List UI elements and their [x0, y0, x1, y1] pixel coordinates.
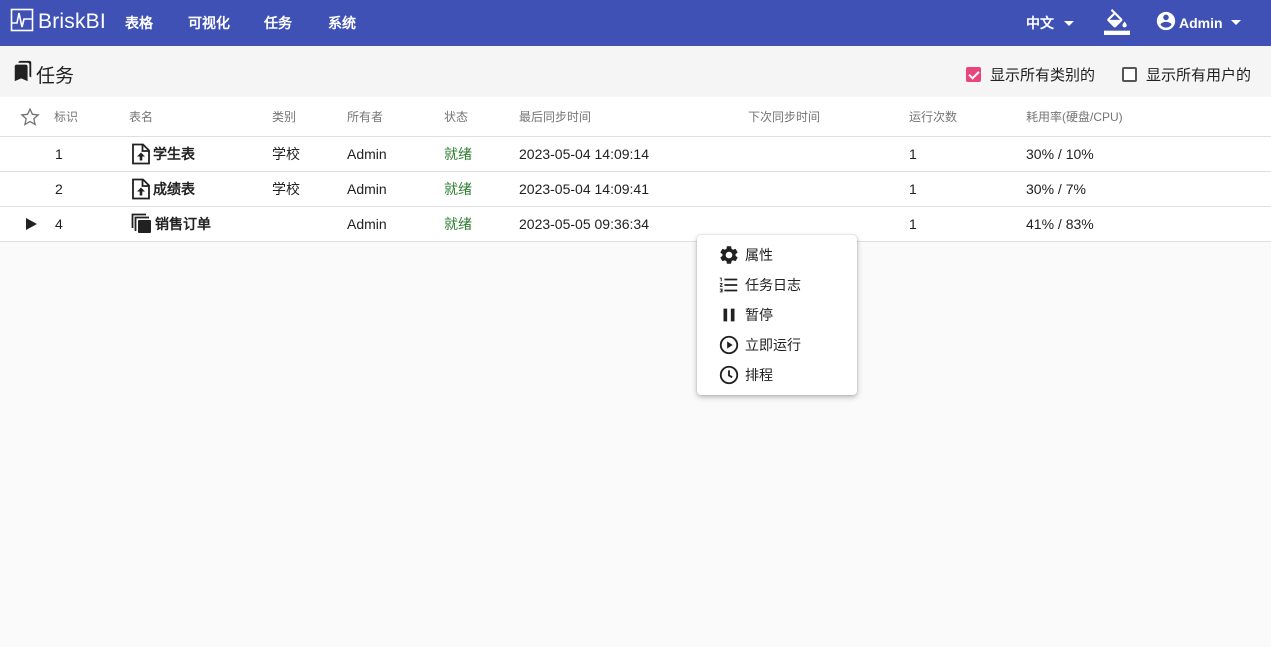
clock-icon [717, 363, 741, 387]
menu-item-properties[interactable]: 属性 [717, 240, 847, 270]
column-header-category[interactable]: 类别 [272, 97, 296, 136]
table-row[interactable]: 1 学生表 学校 Admin 就绪 2023-05-04 14:09:14 1 … [0, 137, 1271, 172]
chevron-down-icon [1064, 20, 1074, 26]
menu-item-run-now[interactable]: 立即运行 [717, 330, 847, 360]
brand[interactable]: BriskBI [10, 8, 106, 36]
nav-visualization[interactable]: 可视化 [188, 13, 230, 33]
row-owner: Admin [347, 181, 387, 197]
row-owner: Admin [347, 216, 387, 232]
copy-icon [131, 213, 153, 235]
row-name[interactable]: 学生表 [131, 137, 195, 171]
row-id: 4 [55, 216, 63, 232]
row-id: 2 [55, 181, 63, 197]
bookmarks-icon [12, 60, 34, 88]
column-header-status[interactable]: 状态 [444, 97, 468, 136]
column-header-runs[interactable]: 运行次数 [909, 97, 957, 136]
checkbox-unchecked-icon [1122, 67, 1137, 82]
paint-bucket-icon[interactable] [1104, 9, 1130, 40]
row-last-sync: 2023-05-04 14:09:14 [519, 146, 649, 162]
menu-item-schedule[interactable]: 排程 [717, 360, 847, 390]
list-numbered-icon [717, 273, 741, 297]
row-status: 就绪 [444, 216, 472, 232]
file-upload-icon [131, 178, 151, 200]
tasks-table: 标识 表名 类别 所有者 状态 最后同步时间 下次同步时间 运行次数 耗用率(硬… [0, 97, 1271, 242]
column-header-id[interactable]: 标识 [54, 97, 78, 136]
language-label: 中文 [1026, 15, 1054, 31]
column-header-last-sync[interactable]: 最后同步时间 [519, 97, 591, 136]
row-usage: 30% / 10% [1026, 146, 1094, 162]
page-header: 任务 显示所有类别的 显示所有用户的 [0, 46, 1271, 97]
menu-item-pause[interactable]: 暂停 [717, 300, 847, 330]
nav-tables[interactable]: 表格 [125, 13, 153, 33]
column-header-name[interactable]: 表名 [129, 97, 153, 136]
row-status: 就绪 [444, 181, 472, 197]
table-row[interactable]: 4 销售订单 Admin 就绪 2023-05-05 09:36:34 1 41… [0, 207, 1271, 242]
column-header-usage[interactable]: 耗用率(硬盘/CPU) [1026, 97, 1123, 136]
row-last-sync: 2023-05-05 09:36:34 [519, 216, 649, 232]
gear-icon [717, 243, 741, 267]
row-last-sync: 2023-05-04 14:09:41 [519, 181, 649, 197]
show-all-users-label: 显示所有用户的 [1146, 67, 1252, 84]
checkbox-checked-icon [966, 67, 981, 82]
top-app-bar: BriskBI 表格 可视化 任务 系统 中文 Admin [0, 0, 1271, 46]
brand-logo-icon [10, 8, 34, 37]
expand-arrow-icon[interactable] [24, 207, 38, 241]
row-name[interactable]: 销售订单 [131, 207, 211, 241]
row-id: 1 [55, 146, 63, 162]
user-name: Admin [1179, 14, 1223, 31]
task-context-menu: 属性 任务日志 暂停 立即运行 排程 [697, 235, 857, 395]
play-circle-icon [717, 333, 741, 357]
language-select[interactable]: 中文 [1026, 13, 1074, 33]
menu-item-label: 属性 [745, 247, 773, 263]
column-header-next-sync[interactable]: 下次同步时间 [748, 97, 820, 136]
menu-item-label: 立即运行 [745, 337, 801, 353]
menu-item-label: 暂停 [745, 307, 773, 323]
show-all-categories-label: 显示所有类别的 [990, 67, 1096, 84]
account-circle-icon [1155, 10, 1177, 35]
show-all-users-checkbox[interactable]: 显示所有用户的 [1122, 64, 1251, 85]
row-name-text: 销售订单 [155, 216, 211, 232]
row-runs: 1 [909, 146, 917, 162]
row-name-text: 成绩表 [153, 181, 195, 197]
row-status: 就绪 [444, 146, 472, 162]
row-runs: 1 [909, 181, 917, 197]
row-usage: 41% / 83% [1026, 216, 1094, 232]
table-header: 标识 表名 类别 所有者 状态 最后同步时间 下次同步时间 运行次数 耗用率(硬… [0, 97, 1271, 137]
row-usage: 30% / 7% [1026, 181, 1086, 197]
page-title: 任务 [12, 60, 74, 88]
brand-name: BriskBI [38, 10, 106, 33]
row-category: 学校 [272, 146, 300, 162]
pause-icon [717, 303, 741, 327]
show-all-categories-checkbox[interactable]: 显示所有类别的 [966, 64, 1095, 85]
page-title-text: 任务 [36, 65, 75, 87]
user-menu[interactable]: Admin [1155, 10, 1241, 35]
star-icon[interactable] [20, 97, 40, 136]
menu-item-task-log[interactable]: 任务日志 [717, 270, 847, 300]
nav-tasks[interactable]: 任务 [264, 13, 292, 33]
table-row[interactable]: 2 成绩表 学校 Admin 就绪 2023-05-04 14:09:41 1 … [0, 172, 1271, 207]
menu-item-label: 排程 [745, 367, 773, 383]
row-name-text: 学生表 [153, 146, 195, 162]
chevron-down-icon [1230, 20, 1241, 25]
file-upload-icon [131, 143, 151, 165]
row-owner: Admin [347, 146, 387, 162]
row-name[interactable]: 成绩表 [131, 172, 195, 206]
column-header-owner[interactable]: 所有者 [347, 97, 383, 136]
row-category: 学校 [272, 181, 300, 197]
menu-item-label: 任务日志 [745, 277, 801, 293]
row-runs: 1 [909, 216, 917, 232]
nav-system[interactable]: 系统 [328, 13, 356, 33]
